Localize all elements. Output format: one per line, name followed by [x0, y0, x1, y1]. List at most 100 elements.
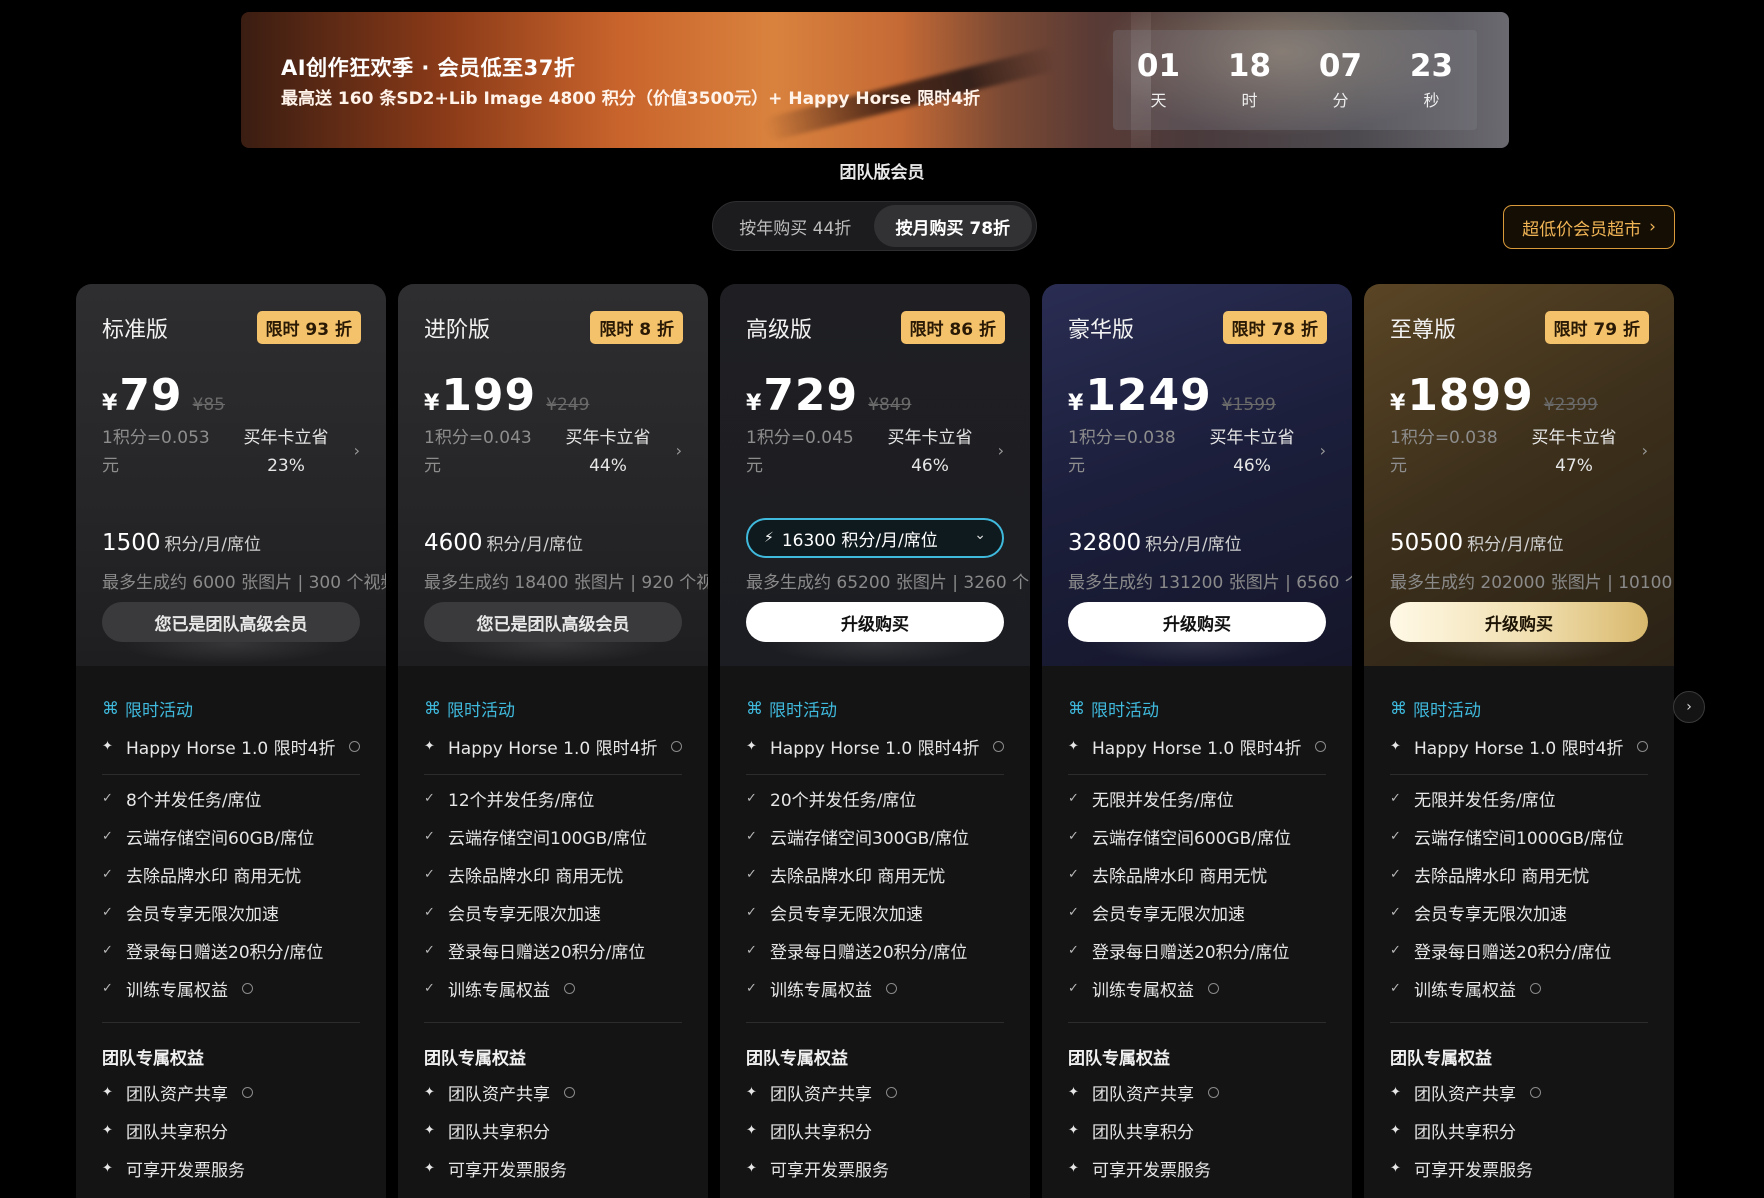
feature-item: ✓ 云端存储空间1000GB/席位 — [1390, 824, 1624, 849]
info-icon[interactable] — [564, 983, 575, 994]
chevron-right-icon[interactable]: › — [354, 441, 360, 460]
max-generation: 最多生成约 202000 张图片 | 10100 个视频 — [1390, 573, 1674, 593]
chevron-right-icon[interactable]: › — [1642, 441, 1648, 460]
discount-badge: 限时 93 折 — [256, 311, 361, 344]
info-icon[interactable] — [886, 983, 897, 994]
countdown-seconds: 23 秒 — [1386, 30, 1477, 130]
check-icon: ✓ — [1068, 791, 1079, 806]
chevron-right-icon[interactable]: › — [1320, 441, 1326, 460]
team-benefit-label: 可享开发票服务 — [1414, 1161, 1533, 1181]
feature-item: ✓ 云端存储空间60GB/席位 — [102, 824, 314, 849]
divider — [1068, 1022, 1326, 1023]
annual-savings[interactable]: 买年卡立省 46% — [1202, 424, 1302, 480]
chevron-right-icon[interactable]: › — [676, 441, 682, 460]
team-benefit-label: 可享开发票服务 — [448, 1161, 567, 1181]
info-icon[interactable] — [564, 1087, 575, 1098]
team-benefits-title: 团队专属权益 — [746, 1049, 848, 1069]
pricing-page: AI创作狂欢季 · 会员低至37折 最高送 160 条SD2+Lib Image… — [0, 0, 1764, 1198]
team-benefit-item: ✦ 团队共享积分 — [424, 1118, 550, 1143]
annual-savings[interactable]: 买年卡立省 23% — [236, 424, 336, 480]
credits-select[interactable]: ⚡ 16300 积分/月/席位 ⌄ — [746, 518, 1004, 558]
promo-item: ✦ Happy Horse 1.0 限时4折 — [424, 734, 683, 759]
info-icon[interactable] — [1208, 1087, 1219, 1098]
credits-amount: 50500 — [1390, 530, 1464, 556]
info-icon[interactable] — [1530, 1087, 1541, 1098]
info-icon[interactable] — [242, 1087, 253, 1098]
plan-card-premium: 高级版 限时 86 折 ¥ 729 ¥849 1积分=0.045元 买年卡立省 … — [720, 284, 1030, 1198]
feature-label: 训练专属权益 — [770, 981, 872, 1001]
promo-item: ✦ Happy Horse 1.0 限时4折 — [1068, 734, 1327, 759]
info-icon[interactable] — [1530, 983, 1541, 994]
team-benefit-label: 团队资产共享 — [770, 1085, 872, 1105]
promo-item-label: Happy Horse 1.0 限时4折 — [126, 739, 336, 759]
credit-rate: 1积分=0.045元 — [746, 428, 854, 476]
price-row: ¥ 1899 ¥2399 — [1390, 370, 1598, 421]
team-benefit-label: 可享开发票服务 — [770, 1161, 889, 1181]
feature-item: ✓ 20个并发任务/席位 — [746, 786, 916, 811]
countdown-unit: 时 — [1241, 91, 1258, 110]
divider — [1390, 1022, 1648, 1023]
feature-item: ✓ 登录每日赠送20积分/席位 — [424, 938, 645, 963]
sparkle-icon: ✦ — [102, 1161, 113, 1176]
gift-icon: ⌘ — [1390, 698, 1407, 719]
billing-period-toggle[interactable]: 按年购买 44折 按月购买 78折 — [712, 201, 1037, 251]
feature-item: ✓ 无限并发任务/席位 — [1068, 786, 1234, 811]
gift-icon: ⌘ — [1068, 698, 1085, 719]
upgrade-button[interactable]: 升级购买 — [1390, 602, 1648, 642]
info-icon[interactable] — [671, 741, 683, 752]
annual-savings[interactable]: 买年卡立省 46% — [880, 424, 980, 480]
annual-savings[interactable]: 买年卡立省 47% — [1524, 424, 1624, 480]
member-market-button[interactable]: 超低价会员超市 › — [1503, 205, 1675, 249]
team-benefit-label: 团队共享积分 — [126, 1123, 228, 1143]
info-icon[interactable] — [242, 983, 253, 994]
sparkle-icon: ✦ — [1390, 1085, 1401, 1100]
check-icon: ✓ — [424, 791, 435, 806]
check-icon: ✓ — [746, 905, 757, 920]
feature-label: 12个并发任务/席位 — [448, 791, 595, 811]
info-icon[interactable] — [1637, 741, 1649, 752]
chevron-right-icon[interactable]: › — [998, 441, 1004, 460]
check-icon: ✓ — [424, 829, 435, 844]
info-icon[interactable] — [349, 741, 361, 752]
team-benefit-item: ✦ 可享开发票服务 — [1390, 1156, 1533, 1181]
current-plan-button[interactable]: 您已是团队高级会员 — [102, 602, 360, 642]
check-icon: ✓ — [424, 905, 435, 920]
promo-banner[interactable]: AI创作狂欢季 · 会员低至37折 最高送 160 条SD2+Lib Image… — [241, 12, 1509, 148]
feature-item: ✓ 去除品牌水印 商用无忧 — [102, 862, 301, 887]
divider — [102, 1022, 360, 1023]
original-price: ¥2399 — [1543, 395, 1598, 415]
upgrade-button[interactable]: 升级购买 — [746, 602, 1004, 642]
annual-savings[interactable]: 买年卡立省 44% — [558, 424, 658, 480]
check-icon: ✓ — [746, 791, 757, 806]
team-benefits-title: 团队专属权益 — [424, 1049, 526, 1069]
sparkle-icon: ✦ — [424, 1085, 435, 1100]
info-icon[interactable] — [1315, 741, 1327, 752]
info-icon[interactable] — [993, 741, 1005, 752]
feature-item: ✓ 云端存储空间100GB/席位 — [424, 824, 647, 849]
monthly-credits: 32800 积分/月/席位 — [1068, 530, 1242, 556]
promo-item-label: Happy Horse 1.0 限时4折 — [448, 739, 658, 759]
check-icon: ✓ — [1390, 943, 1401, 958]
divider — [424, 1022, 682, 1023]
feature-label: 云端存储空间1000GB/席位 — [1414, 829, 1624, 849]
carousel-next-button[interactable]: › — [1673, 691, 1705, 723]
team-benefit-label: 团队资产共享 — [126, 1085, 228, 1105]
info-icon[interactable] — [886, 1087, 897, 1098]
tab-yearly[interactable]: 按年购买 44折 — [717, 205, 874, 247]
currency-symbol: ¥ — [746, 391, 762, 416]
check-icon: ✓ — [102, 791, 113, 806]
check-icon: ✓ — [1390, 791, 1401, 806]
feature-label: 云端存储空间300GB/席位 — [770, 829, 970, 849]
tab-monthly[interactable]: 按月购买 78折 — [873, 205, 1032, 247]
info-icon[interactable] — [1208, 983, 1219, 994]
feature-label: 会员专享无限次加速 — [126, 905, 279, 925]
countdown-minutes: 07 分 — [1295, 30, 1386, 130]
max-generation: 最多生成约 6000 张图片 | 300 个视频 — [102, 573, 386, 593]
team-benefit-item: ✦ 可享开发票服务 — [424, 1156, 567, 1181]
upgrade-button[interactable]: 升级购买 — [1068, 602, 1326, 642]
feature-label: 无限并发任务/席位 — [1414, 791, 1556, 811]
current-plan-button[interactable]: 您已是团队高级会员 — [424, 602, 682, 642]
feature-item: ✓ 去除品牌水印 商用无忧 — [1068, 862, 1267, 887]
original-price: ¥249 — [546, 395, 590, 415]
check-icon: ✓ — [102, 905, 113, 920]
